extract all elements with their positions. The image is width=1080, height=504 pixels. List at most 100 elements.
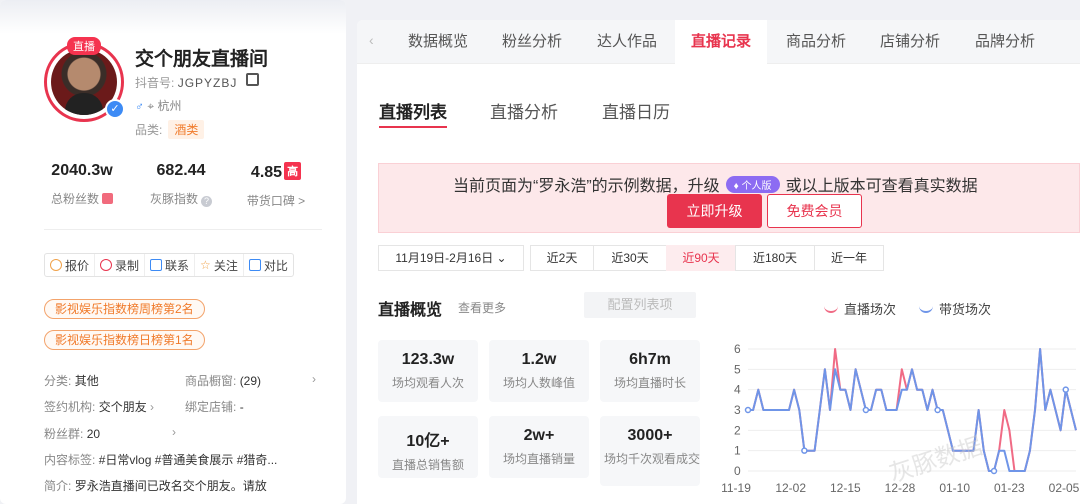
active-tab-underline [379, 126, 447, 128]
star-icon: ☆ [200, 258, 211, 272]
range-2days[interactable]: 近2天 [530, 245, 594, 271]
chevron-left-icon[interactable]: ‹ [369, 32, 374, 48]
chart-point [1062, 386, 1069, 393]
stat-label: 总粉丝数 [34, 190, 130, 207]
chevron-down-icon: ⌄ [496, 251, 507, 265]
metric-card: 10亿+ 直播总销售额 [378, 416, 478, 478]
profile-panel: 直播 ✓ 交个朋友直播间 抖音号: JGPYZBJ ♂ ⌖ 杭州 品类: 酒类 2… [0, 0, 346, 504]
upgrade-button[interactable]: 立即升级 [667, 194, 762, 228]
contact-button[interactable]: 联系 [145, 254, 196, 276]
legend-blue-mark [919, 305, 933, 313]
metric-card: 123.3w 场均观看人次 [378, 340, 478, 402]
metric-card: 3000+ 场均千次观看成交 [600, 416, 700, 486]
location-pin-icon: ⌖ [147, 99, 158, 113]
range-180days[interactable]: 近180天 [735, 245, 815, 271]
chart-x-tick: 02-05 [1049, 481, 1080, 495]
version-pill: ♦ 个人版 [725, 176, 780, 193]
high-badge: 高 [284, 162, 302, 180]
stat-value: 2040.3w [51, 162, 113, 179]
legend-selling[interactable]: 带货场次 [919, 299, 991, 318]
main-panel: ‹ 数据概览 粉丝分析 达人作品 直播记录 商品分析 店铺分析 品牌分析 直播列… [357, 20, 1080, 504]
help-icon[interactable]: ? [201, 196, 212, 207]
chart-point [801, 447, 808, 454]
douyin-id-row: 抖音号: JGPYZBJ [135, 74, 237, 91]
stat-label: 带货口碑 > [246, 194, 306, 208]
male-icon: ♂ [135, 99, 144, 113]
category-label: 品类: [135, 123, 163, 137]
chevron-right-icon[interactable]: › [312, 372, 316, 386]
record-button[interactable]: 录制 [95, 254, 146, 276]
tab-works[interactable]: 达人作品 [597, 20, 657, 64]
category-row: 品类: 酒类 [135, 120, 205, 139]
quote-button[interactable]: 报价 [45, 254, 96, 276]
avatar[interactable]: 直播 ✓ [44, 37, 125, 122]
info-tags: 内容标签: #日常vlog #普通美食展示 #猎奇... [44, 453, 278, 467]
rank-badge-daily[interactable]: 影视娱乐指数榜日榜第1名 [44, 330, 205, 350]
chart-x-tick: 01-10 [939, 481, 970, 495]
compare-icon [248, 259, 261, 271]
chart-point [744, 406, 752, 414]
tab-live-records[interactable]: 直播记录 [675, 20, 768, 64]
contact-icon [150, 259, 163, 271]
tab-fans[interactable]: 粉丝分析 [502, 20, 562, 64]
range-90days[interactable]: 近90天 [666, 245, 736, 271]
tab-overview[interactable]: 数据概览 [408, 20, 468, 64]
info-category: 分类: 其他 [44, 374, 99, 388]
info-window[interactable]: 商品橱窗: (29) [185, 372, 261, 389]
chart-icon[interactable] [102, 193, 113, 204]
category-tag: 酒类 [168, 120, 205, 139]
stat-reputation[interactable]: 4.85 高 带货口碑 > [228, 162, 324, 209]
range-30days[interactable]: 近30天 [593, 245, 667, 271]
date-range-picker[interactable]: 11月19日-2月16日 ⌄ [378, 245, 524, 271]
chart-y-tick: 0 [734, 464, 741, 478]
chart-y-tick: 5 [734, 362, 741, 376]
profile-name: 交个朋友直播间 [135, 49, 269, 70]
chart-x-tick: 01-23 [994, 481, 1025, 495]
tab-brands[interactable]: 品牌分析 [975, 20, 1035, 64]
metric-card: 1.2w 场均人数峰值 [489, 340, 589, 402]
stat-value: 4.85 高 [228, 162, 324, 182]
panel-top-fade [0, 0, 346, 34]
chart-point [934, 406, 941, 414]
chart-x-tick: 11-19 [722, 481, 751, 495]
top-tab-bar: ‹ 数据概览 粉丝分析 达人作品 直播记录 商品分析 店铺分析 品牌分析 [357, 20, 1080, 64]
yen-icon [50, 259, 62, 271]
info-fans-group[interactable]: 粉丝群: 20 [44, 425, 100, 442]
action-bar: 报价 录制 联系 ☆ 关注 对比 [44, 253, 294, 277]
banner-text: 当前页面为“罗永浩”的示例数据，升级 ♦ 个人版 或以上版本可查看真实数据 [453, 176, 978, 195]
free-member-button[interactable]: 免费会员 [767, 194, 862, 228]
range-1year[interactable]: 近一年 [814, 245, 884, 271]
view-more-link[interactable]: 查看更多 [458, 299, 506, 316]
legend-live[interactable]: 直播场次 [824, 299, 896, 318]
copy-icon[interactable] [246, 73, 259, 86]
stat-value: 682.44 [156, 162, 206, 179]
chart-y-tick: 2 [734, 423, 741, 437]
subtab-live-list[interactable]: 直播列表 [379, 98, 447, 123]
rank-badge-weekly[interactable]: 影视娱乐指数榜周榜第2名 [44, 299, 205, 319]
stat-fans: 2040.3w 总粉丝数 [34, 162, 130, 207]
follow-button[interactable]: ☆ 关注 [195, 254, 244, 276]
record-icon [100, 259, 113, 271]
chevron-right-icon: > [298, 194, 306, 208]
douyin-id-value: JGPYZBJ [177, 76, 238, 90]
compare-button[interactable]: 对比 [244, 254, 293, 276]
config-columns-button[interactable]: 配置列表项 [584, 292, 696, 318]
chart-y-tick: 3 [734, 403, 741, 417]
overview-title: 直播概览 [378, 302, 443, 319]
subtab-live-calendar[interactable]: 直播日历 [602, 98, 670, 123]
chart-point [862, 406, 870, 414]
chart-y-tick: 4 [734, 383, 741, 397]
verified-icon: ✓ [105, 99, 125, 119]
divider [44, 229, 322, 230]
chevron-right-icon[interactable]: › [172, 425, 176, 439]
info-shop: 绑定店铺: - [185, 400, 244, 414]
tab-products[interactable]: 商品分析 [786, 20, 846, 64]
tab-shops[interactable]: 店铺分析 [880, 20, 940, 64]
info-org[interactable]: 签约机构: 交个朋友 › [44, 398, 154, 415]
stat-label: 灰豚指数? [133, 190, 229, 207]
info-intro: 简介: 罗永浩直播间已改名交个朋友。请放 [44, 479, 267, 493]
chart-y-tick: 6 [734, 342, 741, 356]
douyin-id-label: 抖音号: [135, 76, 175, 90]
legend-pink-mark [824, 305, 838, 313]
subtab-live-analysis[interactable]: 直播分析 [490, 98, 558, 123]
